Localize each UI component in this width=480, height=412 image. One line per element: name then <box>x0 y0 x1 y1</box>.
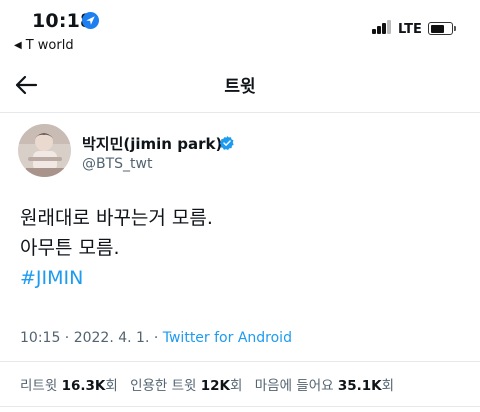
location-arrow-icon <box>82 12 99 29</box>
engagement-stats: 리트윗 16.3K회 인용한 트윗 12K회 마음에 들어요 35.1K회 <box>20 374 394 394</box>
retweets-count: 16.3K <box>61 378 106 394</box>
verified-badge-icon <box>219 136 234 150</box>
tweet-source-link[interactable]: Twitter for Android <box>163 330 292 346</box>
back-app-label: T world <box>25 38 74 53</box>
author-display-name[interactable]: 박지민(jimin park) <box>82 133 222 154</box>
likes-stat[interactable]: 마음에 들어요 35.1K회 <box>255 378 394 394</box>
header-divider <box>0 112 480 113</box>
signal-bars-icon <box>372 20 392 34</box>
author-handle[interactable]: @BTS_twt <box>82 156 152 172</box>
header-bar: 트윗 <box>0 58 480 113</box>
likes-unit: 회 <box>381 378 395 394</box>
back-triangle-icon: ◀ <box>14 40 22 51</box>
back-to-app-link[interactable]: ◀ T world <box>14 38 74 53</box>
tweet-meta: 10:15 · 2022. 4. 1. · Twitter for Androi… <box>20 330 292 346</box>
retweets-label: 리트윗 <box>20 378 58 394</box>
avatar-image <box>18 124 71 177</box>
battery-icon <box>428 22 456 35</box>
avatar[interactable] <box>18 124 71 177</box>
quotes-label: 인용한 트윗 <box>130 378 197 394</box>
quotes-stat[interactable]: 인용한 트윗 12K회 <box>130 378 242 394</box>
quotes-unit: 회 <box>230 378 243 394</box>
retweets-unit: 회 <box>105 378 118 394</box>
stats-divider <box>0 406 480 407</box>
meta-divider <box>0 361 480 362</box>
likes-label: 마음에 들어요 <box>254 378 334 394</box>
tweet-line: 원래대로 바꾸는거 모름. <box>20 207 213 229</box>
tweet-text: 원래대로 바꾸는거 모름. 아무튼 모름. #JIMIN <box>20 203 213 293</box>
retweets-stat[interactable]: 리트윗 16.3K회 <box>20 378 118 394</box>
hashtag-link[interactable]: #JIMIN <box>20 263 213 293</box>
page-title: 트윗 <box>224 77 256 97</box>
likes-count: 35.1K <box>337 378 382 394</box>
quotes-count: 12K <box>200 378 231 394</box>
tweet-timestamp: 10:15 · 2022. 4. 1. · <box>20 330 163 346</box>
tweet-line: 아무튼 모름. <box>20 237 120 259</box>
status-bar: 10:18 ◀ T world LTE <box>0 0 480 58</box>
network-type: LTE <box>398 22 422 37</box>
